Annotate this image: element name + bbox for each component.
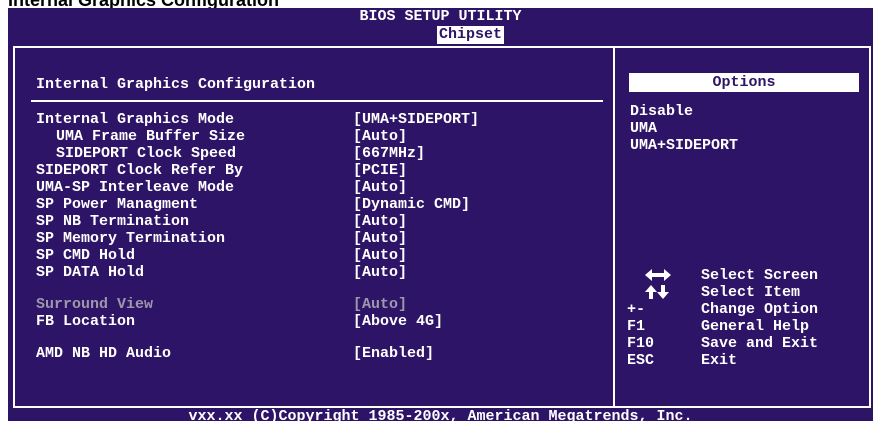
setting-label: SIDEPORT Clock Speed [56,145,237,162]
help-pane: Options Disable UMA UMA+SIDEPORT Select … [615,48,869,406]
setting-sideport-clock-refer-by[interactable]: SIDEPORT Clock Refer By [PCIE] [36,162,596,179]
setting-value[interactable]: [Auto] [353,264,407,281]
setting-sp-data-hold[interactable]: SP DATA Hold [Auto] [36,264,596,281]
setting-label: AMD NB HD Audio [36,345,172,362]
help-desc: General Help [701,318,810,335]
bios-title: BIOS SETUP UTILITY [359,8,522,25]
options-header: Options [629,73,859,92]
bios-screen: BIOS SETUP UTILITY Chipset Internal Grap… [8,8,873,421]
help-desc: Select Screen [701,267,819,284]
setting-surround-view: Surround View [Auto] [36,296,596,313]
setting-value[interactable]: [Auto] [353,128,407,145]
help-change-option: +- Change Option [615,301,865,318]
help-exit: ESC Exit [615,352,865,369]
setting-value[interactable]: [UMA+SIDEPORT] [353,111,479,128]
help-key: F1 [627,318,646,335]
panel-title: Internal Graphics Configuration [36,76,316,93]
setting-value[interactable]: [Enabled] [353,345,434,362]
help-select-screen: Select Screen [615,267,865,284]
setting-value[interactable]: [PCIE] [353,162,407,179]
setting-value[interactable]: [Dynamic CMD] [353,196,470,213]
setting-sp-memory-termination[interactable]: SP Memory Termination [Auto] [36,230,596,247]
setting-label: UMA Frame Buffer Size [56,128,246,145]
help-key: F10 [627,335,655,352]
setting-label: SP CMD Hold [36,247,136,264]
setting-sideport-clock-speed[interactable]: SIDEPORT Clock Speed [667MHz] [36,145,596,162]
help-save-exit: F10 Save and Exit [615,335,865,352]
setting-sp-nb-termination[interactable]: SP NB Termination [Auto] [36,213,596,230]
setting-label: Internal Graphics Mode [36,111,235,128]
setting-value: [Auto] [353,296,408,313]
copyright-footer: vxx.xx (C)Copyright 1985-200x, American … [188,408,693,421]
setting-label: SP Power Managment [36,196,199,213]
setting-internal-graphics-mode[interactable]: Internal Graphics Mode [UMA+SIDEPORT] [36,111,596,128]
help-general-help: F1 General Help [615,318,865,335]
panel-divider [31,100,603,102]
setting-label: SP DATA Hold [36,264,145,281]
setting-sp-cmd-hold[interactable]: SP CMD Hold [Auto] [36,247,596,264]
setting-label: SIDEPORT Clock Refer By [36,162,244,179]
help-desc: Select Item [701,284,801,301]
setting-label: Surround View [36,296,154,313]
setting-sp-power-managment[interactable]: SP Power Managment [Dynamic CMD] [36,196,596,213]
option-disable[interactable]: Disable [630,103,693,120]
setting-label: SP NB Termination [36,213,190,230]
help-key: ESC [627,352,655,369]
help-desc: Change Option [701,301,819,318]
setting-value[interactable]: [Auto] [353,247,407,264]
setting-value[interactable]: [Auto] [353,213,407,230]
up-down-arrows-icon [645,285,669,299]
setting-value[interactable]: [Above 4G] [353,313,443,330]
help-key: +- [627,301,646,318]
setting-value[interactable]: [Auto] [353,230,407,247]
setting-uma-frame-buffer-size[interactable]: UMA Frame Buffer Size [Auto] [36,128,596,145]
option-uma-sideport[interactable]: UMA+SIDEPORT [630,137,738,154]
setting-value[interactable]: [Auto] [353,179,407,196]
help-select-item: Select Item [615,284,865,301]
settings-pane: Internal Graphics Configuration Internal… [15,48,613,406]
option-uma[interactable]: UMA [630,120,657,137]
help-desc: Save and Exit [701,335,819,352]
setting-amd-nb-hd-audio[interactable]: AMD NB HD Audio [Enabled] [36,345,596,362]
setting-label: FB Location [36,313,136,330]
setting-label: SP Memory Termination [36,230,226,247]
setting-value[interactable]: [667MHz] [353,145,425,162]
setting-fb-location[interactable]: FB Location [Above 4G] [36,313,596,330]
tab-chipset[interactable]: Chipset [437,26,505,44]
help-desc: Exit [701,352,738,369]
setting-label: UMA-SP Interleave Mode [36,179,235,196]
setting-uma-sp-interleave-mode[interactable]: UMA-SP Interleave Mode [Auto] [36,179,596,196]
main-frame: Internal Graphics Configuration Internal… [13,46,871,408]
left-right-arrows-icon [645,269,671,281]
